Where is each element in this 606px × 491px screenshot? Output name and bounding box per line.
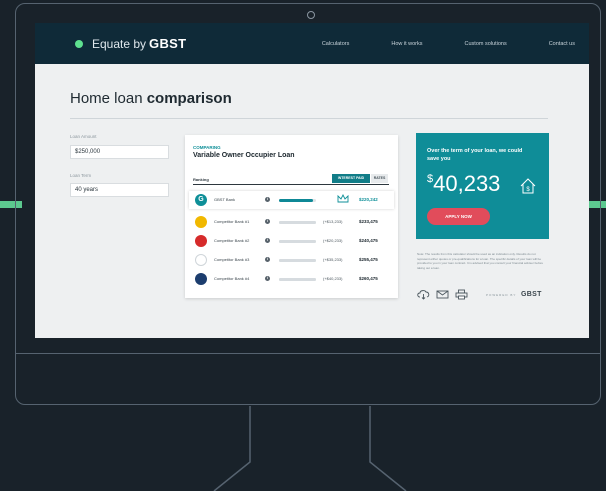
powered-by-label: POWERED BY (486, 293, 517, 297)
brand-text: Equate by (92, 36, 147, 51)
nav-link-how-it-works[interactable]: How it works (391, 41, 422, 47)
loan-amount-label: Loan Amount (70, 134, 97, 139)
top-navigation: Equate by GBST Calculators How it works … (35, 23, 589, 64)
info-icon[interactable]: i (265, 197, 270, 202)
table-row[interactable]: Competitor Bank #2 i (+$20,233) $240,475 (189, 232, 394, 250)
savings-amount: $40,233 (427, 171, 500, 197)
interest-bar-fill (279, 278, 316, 281)
apply-now-button[interactable]: APPLY NOW (427, 208, 490, 225)
tab-rates[interactable]: RATES (371, 174, 388, 183)
ranking-label: Ranking (193, 177, 209, 182)
page-title: Home loan comparison (70, 90, 589, 107)
loan-amount-input[interactable]: $250,000 (70, 145, 169, 159)
brand-name: GBST (149, 36, 187, 51)
savings-panel: Over the term of your loan, we could sav… (416, 133, 549, 239)
house-dollar-icon: $ (520, 178, 536, 194)
bank-amount: $240,475 (359, 238, 378, 243)
bank-amount: $260,475 (359, 276, 378, 281)
bank-difference: (+$20,233) (323, 238, 343, 243)
savings-currency: $ (427, 173, 434, 185)
bank-logo-icon: G (195, 194, 207, 206)
screen: Equate by GBST Calculators How it works … (35, 23, 589, 338)
card-kicker: COMPARING (193, 145, 221, 150)
loan-term-label: Loan Term (70, 173, 92, 178)
savings-text: Over the term of your loan, we could sav… (427, 148, 523, 162)
comparison-card: COMPARING Variable Owner Occupier Loan R… (185, 135, 398, 298)
bank-difference: (+$40,233) (323, 276, 343, 281)
bank-logo-icon (195, 235, 207, 247)
interest-bar-fill (279, 221, 316, 224)
bank-name: Competitor Bank #1 (214, 219, 250, 224)
card-title: Variable Owner Occupier Loan (193, 152, 295, 159)
svg-text:$: $ (526, 187, 530, 193)
brand-dot-icon (75, 39, 83, 48)
page-title-bold: comparison (146, 90, 232, 107)
table-row[interactable]: Competitor Bank #1 i (+$13,233) $233,475 (189, 213, 394, 231)
page-title-light: Home loan (70, 90, 143, 107)
table-row[interactable]: G GBST Bank i $220,242 (189, 191, 394, 209)
interest-bar-fill (279, 240, 316, 243)
brand-logo[interactable]: Equate by GBST (75, 36, 186, 51)
email-icon[interactable] (436, 289, 449, 300)
interest-bar (279, 240, 316, 243)
page-header: Home loan comparison (35, 64, 589, 107)
bank-logo-icon (195, 273, 207, 285)
interest-bar (279, 199, 316, 202)
powered-by-brand: GBST (521, 291, 542, 298)
footer-actions (417, 289, 474, 300)
bank-name: Competitor Bank #3 (214, 257, 250, 262)
nav-link-custom-solutions[interactable]: Custom solutions (465, 41, 507, 47)
nav-link-contact[interactable]: Contact us (549, 41, 575, 47)
bank-amount: $220,242 (359, 197, 378, 202)
printer-icon[interactable] (455, 289, 468, 300)
bank-logo-icon (195, 254, 207, 266)
disclaimer-note: Note: The results from this calculator s… (417, 252, 544, 270)
table-row[interactable]: Competitor Bank #4 i (+$40,233) $260,475 (189, 270, 394, 288)
nav-link-calculators[interactable]: Calculators (322, 41, 350, 47)
bank-amount: $255,475 (359, 257, 378, 262)
header-divider (70, 118, 548, 119)
info-icon[interactable]: i (265, 276, 270, 281)
bank-name: Competitor Bank #2 (214, 238, 250, 243)
interest-bar (279, 278, 316, 281)
interest-bar (279, 221, 316, 224)
nav-links: Calculators How it works Custom solution… (280, 23, 575, 64)
interest-bar (279, 259, 316, 262)
bank-logo-icon (195, 216, 207, 228)
info-icon[interactable]: i (265, 238, 270, 243)
info-icon[interactable]: i (265, 219, 270, 224)
bank-difference: (+$13,233) (323, 219, 343, 224)
tab-underline (193, 184, 389, 185)
cloud-download-icon[interactable] (417, 289, 430, 300)
interest-bar-fill (279, 199, 314, 202)
savings-value: 40,233 (433, 171, 501, 196)
bank-name: GBST Bank (214, 197, 236, 202)
interest-bar-fill (279, 259, 316, 262)
bank-name: Competitor Bank #4 (214, 276, 250, 281)
crown-icon (337, 194, 349, 203)
bank-logo-glyph: G (198, 196, 204, 203)
bank-amount: $233,475 (359, 219, 378, 224)
tab-interest-paid[interactable]: INTEREST PAID (332, 174, 370, 183)
info-icon[interactable]: i (265, 257, 270, 262)
loan-term-input[interactable]: 40 years (70, 183, 169, 197)
table-row[interactable]: Competitor Bank #3 i (+$35,233) $255,475 (189, 251, 394, 269)
bank-difference: (+$35,233) (323, 257, 343, 262)
